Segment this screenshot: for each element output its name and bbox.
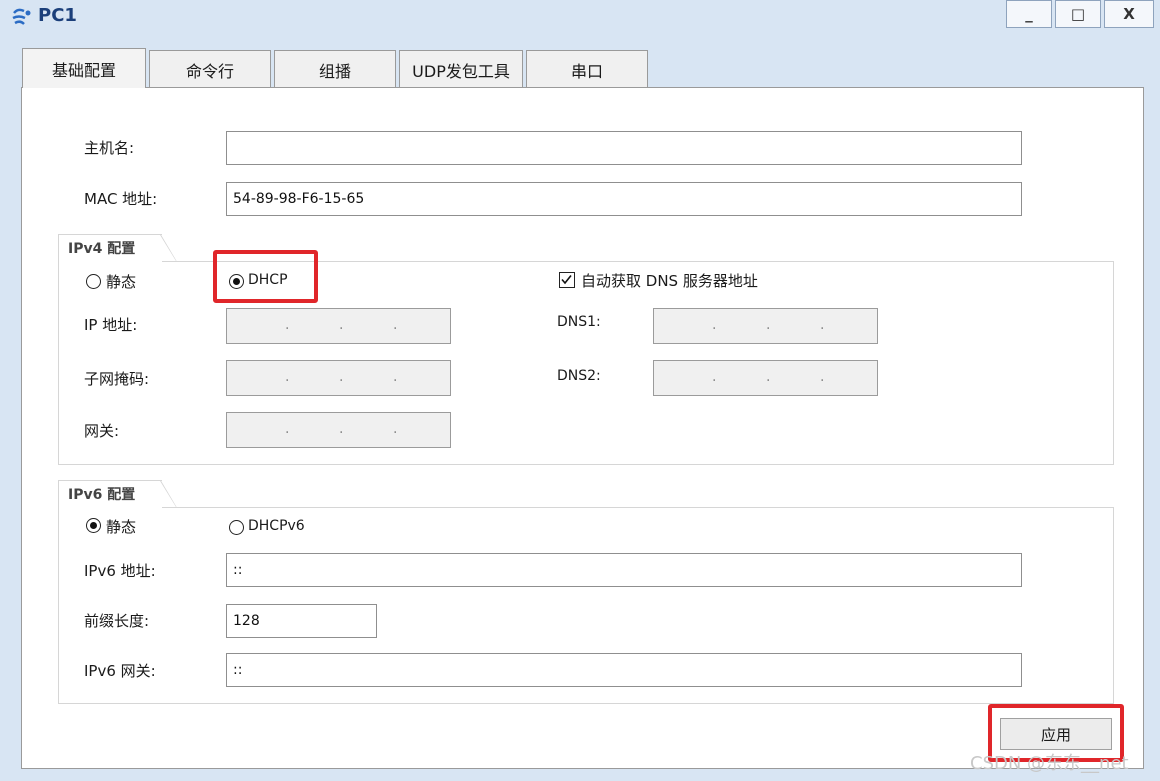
tab-udp-tool[interactable]: UDP发包工具: [399, 50, 523, 88]
tab-label: 组播: [318, 61, 351, 81]
close-button[interactable]: X: [1104, 0, 1154, 28]
watermark: CSDN @东东__net: [970, 753, 1129, 774]
title-bar: PC1 _ □ X: [0, 0, 1160, 34]
ipv6-group-title: IPv6 配置: [58, 480, 162, 508]
prefix-length-label: 前缀长度:: [84, 612, 150, 630]
mac-label: MAC 地址:: [84, 190, 158, 208]
pc-app-icon: [12, 8, 31, 25]
mac-input[interactable]: 54-89-98-F6-15-65: [226, 182, 1022, 216]
prefix-length-input[interactable]: 128: [226, 604, 377, 638]
tab-command-line[interactable]: 命令行: [149, 50, 271, 88]
tab-multicast[interactable]: 组播: [274, 50, 396, 88]
gateway-input[interactable]: . . .: [226, 412, 451, 448]
maximize-icon: □: [1070, 5, 1086, 23]
maximize-button[interactable]: □: [1055, 0, 1101, 28]
subnet-mask-input[interactable]: . . .: [226, 360, 451, 396]
dhcp-highlight: [213, 250, 318, 303]
ipv6-gateway-input[interactable]: ::: [226, 653, 1022, 687]
gateway-label: 网关:: [84, 422, 120, 440]
subnet-mask-label: 子网掩码:: [84, 370, 150, 388]
dns2-label: DNS2:: [557, 368, 601, 384]
ipv4-static-radio[interactable]: [86, 274, 101, 289]
checkmark-icon: [561, 275, 572, 285]
ipv6-dhcpv6-label: DHCPv6: [248, 518, 305, 534]
dns1-label: DNS1:: [557, 314, 601, 330]
tab-serial[interactable]: 串口: [526, 50, 648, 88]
dns1-input[interactable]: . . .: [653, 308, 878, 344]
ip-address-input[interactable]: . . .: [226, 308, 451, 344]
ipv4-tab-slant: [160, 234, 177, 262]
auto-dns-label: 自动获取 DNS 服务器地址: [581, 272, 758, 290]
minimize-button[interactable]: _: [1006, 0, 1052, 28]
close-icon: X: [1123, 5, 1135, 23]
ipv4-group-title: IPv4 配置: [58, 234, 162, 262]
minimize-icon: _: [1025, 5, 1033, 23]
ipv6-address-input[interactable]: ::: [226, 553, 1022, 587]
tab-basic-config[interactable]: 基础配置: [22, 48, 146, 88]
auto-dns-checkbox[interactable]: [559, 272, 575, 288]
ipv6-static-label: 静态: [106, 518, 137, 536]
window-title: PC1: [38, 5, 77, 26]
ipv6-tab-slant: [160, 480, 177, 508]
ipv6-gateway-label: IPv6 网关:: [84, 662, 156, 680]
tab-label: 基础配置: [51, 60, 116, 80]
dns2-input[interactable]: . . .: [653, 360, 878, 396]
hostname-input[interactable]: [226, 131, 1022, 165]
tab-label: UDP发包工具: [412, 61, 510, 81]
ipv4-static-label: 静态: [106, 273, 137, 291]
ip-address-label: IP 地址:: [84, 316, 138, 334]
hostname-label: 主机名:: [84, 139, 135, 157]
tab-label: 串口: [570, 61, 603, 81]
tab-label: 命令行: [185, 61, 234, 81]
ipv6-dhcpv6-radio[interactable]: [229, 520, 244, 535]
ipv6-static-radio[interactable]: [86, 518, 101, 533]
ipv6-address-label: IPv6 地址:: [84, 562, 156, 580]
